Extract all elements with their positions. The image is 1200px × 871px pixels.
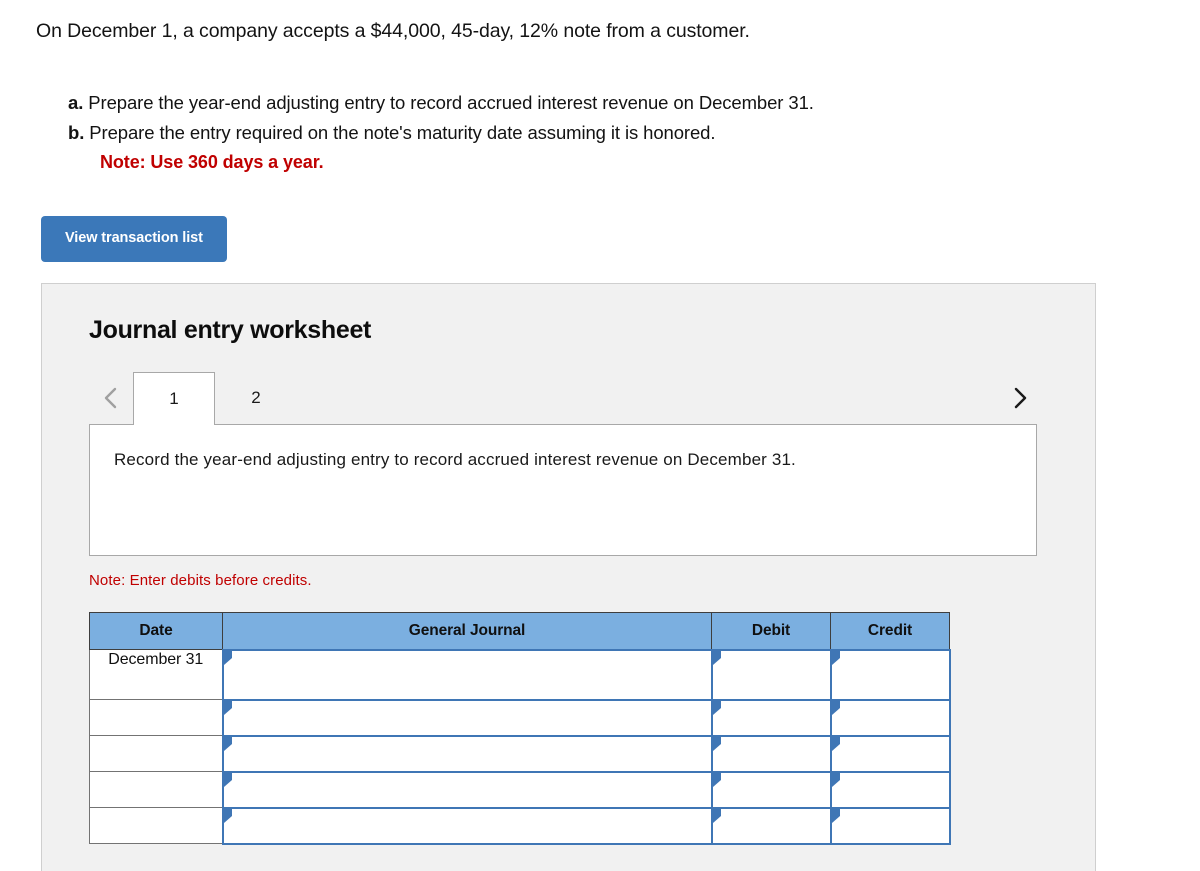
worksheet-title: Journal entry worksheet: [89, 315, 372, 344]
debit-input[interactable]: [710, 734, 832, 773]
journal-table-header-row: Date General Journal Debit Credit: [89, 611, 950, 651]
entry-instruction-text: Record the year-end adjusting entry to r…: [114, 449, 796, 469]
tab-entry-2[interactable]: 2: [215, 372, 297, 425]
requirement-b: b. Prepare the entry required on the not…: [68, 118, 1200, 148]
column-header-debit: Debit: [711, 611, 831, 651]
debit-input[interactable]: [710, 698, 832, 737]
credit-input[interactable]: [829, 698, 951, 737]
column-header-credit: Credit: [830, 611, 950, 651]
cell-marker-icon: [223, 772, 232, 787]
date-cell[interactable]: [89, 735, 223, 773]
cell-marker-icon: [223, 700, 232, 715]
chevron-right-icon: [1010, 385, 1030, 411]
column-header-date: Date: [89, 611, 223, 651]
entry-instruction-box: Record the year-end adjusting entry to r…: [89, 423, 1037, 556]
general-journal-input[interactable]: [221, 770, 713, 809]
toolbar: View transaction list: [41, 216, 1200, 262]
cell-marker-icon: [712, 650, 721, 665]
worksheet-tab-strip: 1 2: [89, 371, 1037, 427]
journal-entry-worksheet-panel: Journal entry worksheet 1 2 Record the y…: [41, 282, 1096, 871]
cell-marker-icon: [712, 700, 721, 715]
tab-entry-1[interactable]: 1: [133, 371, 215, 427]
days-per-year-note: Note: Use 360 days a year.: [100, 152, 324, 173]
requirement-a: a. Prepare the year-end adjusting entry …: [68, 88, 1200, 118]
table-row: [89, 698, 951, 737]
debits-before-credits-note: Note: Enter debits before credits.: [89, 571, 312, 589]
prev-entry-button[interactable]: [89, 372, 133, 425]
table-row: [89, 770, 951, 809]
table-row: December 31: [89, 648, 951, 701]
date-cell[interactable]: [89, 771, 223, 809]
general-journal-input[interactable]: [221, 648, 713, 701]
journal-entry-table: Date General Journal Debit Credit Decemb…: [89, 611, 951, 845]
journal-table-container: Date General Journal Debit Credit Decemb…: [89, 611, 1095, 845]
tab-entry-1-label: 1: [169, 388, 179, 408]
general-journal-input[interactable]: [221, 734, 713, 773]
debit-input[interactable]: [710, 648, 832, 701]
cell-marker-icon: [831, 736, 840, 751]
cell-marker-icon: [712, 736, 721, 751]
column-header-general-journal: General Journal: [222, 611, 712, 651]
credit-input[interactable]: [829, 734, 951, 773]
requirement-b-letter: b.: [68, 122, 85, 144]
requirement-b-text: Prepare the entry required on the note's…: [89, 122, 716, 144]
cell-marker-icon: [831, 772, 840, 787]
date-cell[interactable]: [89, 807, 223, 845]
debit-input[interactable]: [710, 770, 832, 809]
cell-marker-icon: [223, 808, 232, 823]
credit-input[interactable]: [829, 648, 951, 701]
cell-marker-icon: [831, 808, 840, 823]
problem-statement: On December 1, a company accepts a $44,0…: [0, 0, 1200, 177]
requirements-list: a. Prepare the year-end adjusting entry …: [68, 88, 1200, 177]
cell-marker-icon: [831, 650, 840, 665]
cell-marker-icon: [712, 772, 721, 787]
requirement-a-text: Prepare the year-end adjusting entry to …: [88, 92, 814, 114]
date-cell[interactable]: December 31: [89, 649, 223, 701]
chevron-left-icon: [101, 385, 121, 411]
credit-input[interactable]: [829, 806, 951, 845]
requirement-a-letter: a.: [68, 92, 84, 114]
tab-entry-2-label: 2: [251, 388, 261, 408]
cell-marker-icon: [712, 808, 721, 823]
debit-input[interactable]: [710, 806, 832, 845]
general-journal-input[interactable]: [221, 698, 713, 737]
view-transaction-list-button[interactable]: View transaction list: [41, 216, 227, 262]
problem-lead-text: On December 1, a company accepts a $44,0…: [36, 20, 750, 42]
table-row: [89, 734, 951, 773]
cell-marker-icon: [223, 650, 232, 665]
next-entry-button[interactable]: [998, 372, 1042, 425]
general-journal-input[interactable]: [221, 806, 713, 845]
date-cell[interactable]: [89, 699, 223, 737]
table-row: [89, 806, 951, 845]
credit-input[interactable]: [829, 770, 951, 809]
cell-marker-icon: [223, 736, 232, 751]
cell-marker-icon: [831, 700, 840, 715]
